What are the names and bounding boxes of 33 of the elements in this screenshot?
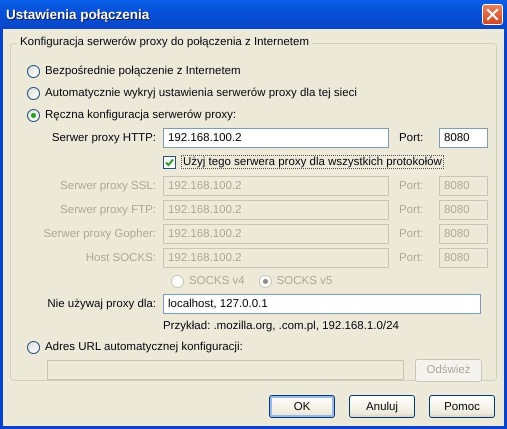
port-label: Port: xyxy=(398,252,424,264)
port-label: Port: xyxy=(398,180,424,192)
radio-button[interactable] xyxy=(27,86,40,100)
field-label: Serwer proxy FTP: xyxy=(59,204,156,216)
radio-label[interactable]: Bezpośrednie połączenie z Internetem xyxy=(45,65,241,77)
port-label: Port: xyxy=(398,204,424,216)
port-field[interactable]: 8080 xyxy=(439,128,488,148)
radio-button[interactable] xyxy=(27,64,40,78)
radio-label[interactable]: Automatycznie wykryj ustawienia serwerów proxy dla tej sieci xyxy=(45,87,357,99)
dialog-button[interactable]: Anuluj xyxy=(349,395,415,418)
checkbox-label[interactable]: Użyj tego serwera proxy dla wszystkich protokołów xyxy=(181,155,444,169)
no-proxy-field[interactable]: localhost, 127.0.0.1 xyxy=(163,294,481,314)
field-label: Nie używaj proxy dla: xyxy=(46,298,156,310)
close-button[interactable] xyxy=(482,4,503,25)
port-label: Port: xyxy=(398,228,424,240)
field-label: Serwer proxy HTTP: xyxy=(50,132,156,144)
checkmark-icon xyxy=(165,158,174,166)
radio-button[interactable] xyxy=(27,108,40,122)
dialog-button[interactable]: Pomoc xyxy=(429,395,495,418)
field-label: Serwer proxy SSL: xyxy=(59,180,156,192)
port-label: Port: xyxy=(398,132,424,144)
proxy-host-field[interactable]: 192.168.100.2 xyxy=(163,128,389,148)
window-title: Ustawienia połączenia xyxy=(6,7,150,22)
checkbox[interactable] xyxy=(163,156,176,168)
radio-button[interactable] xyxy=(27,340,40,354)
close-icon xyxy=(486,8,499,21)
field-label: Serwer proxy Gopher: xyxy=(42,228,156,240)
radio-label[interactable]: Adres URL automatycznej konfiguracji: xyxy=(45,341,243,353)
dialog-button[interactable]: OK xyxy=(269,395,335,418)
field-label: Host SOCKS: xyxy=(84,252,156,264)
radio-label[interactable]: Ręczna konfiguracja serwerów proxy: xyxy=(45,109,236,121)
group-legend: Konfiguracja serwerów proxy do połączenia z Internetem xyxy=(17,36,312,48)
hint-text: Przykład: .mozilla.org, .com.pl, 192.168.1.0/24 xyxy=(163,319,400,334)
